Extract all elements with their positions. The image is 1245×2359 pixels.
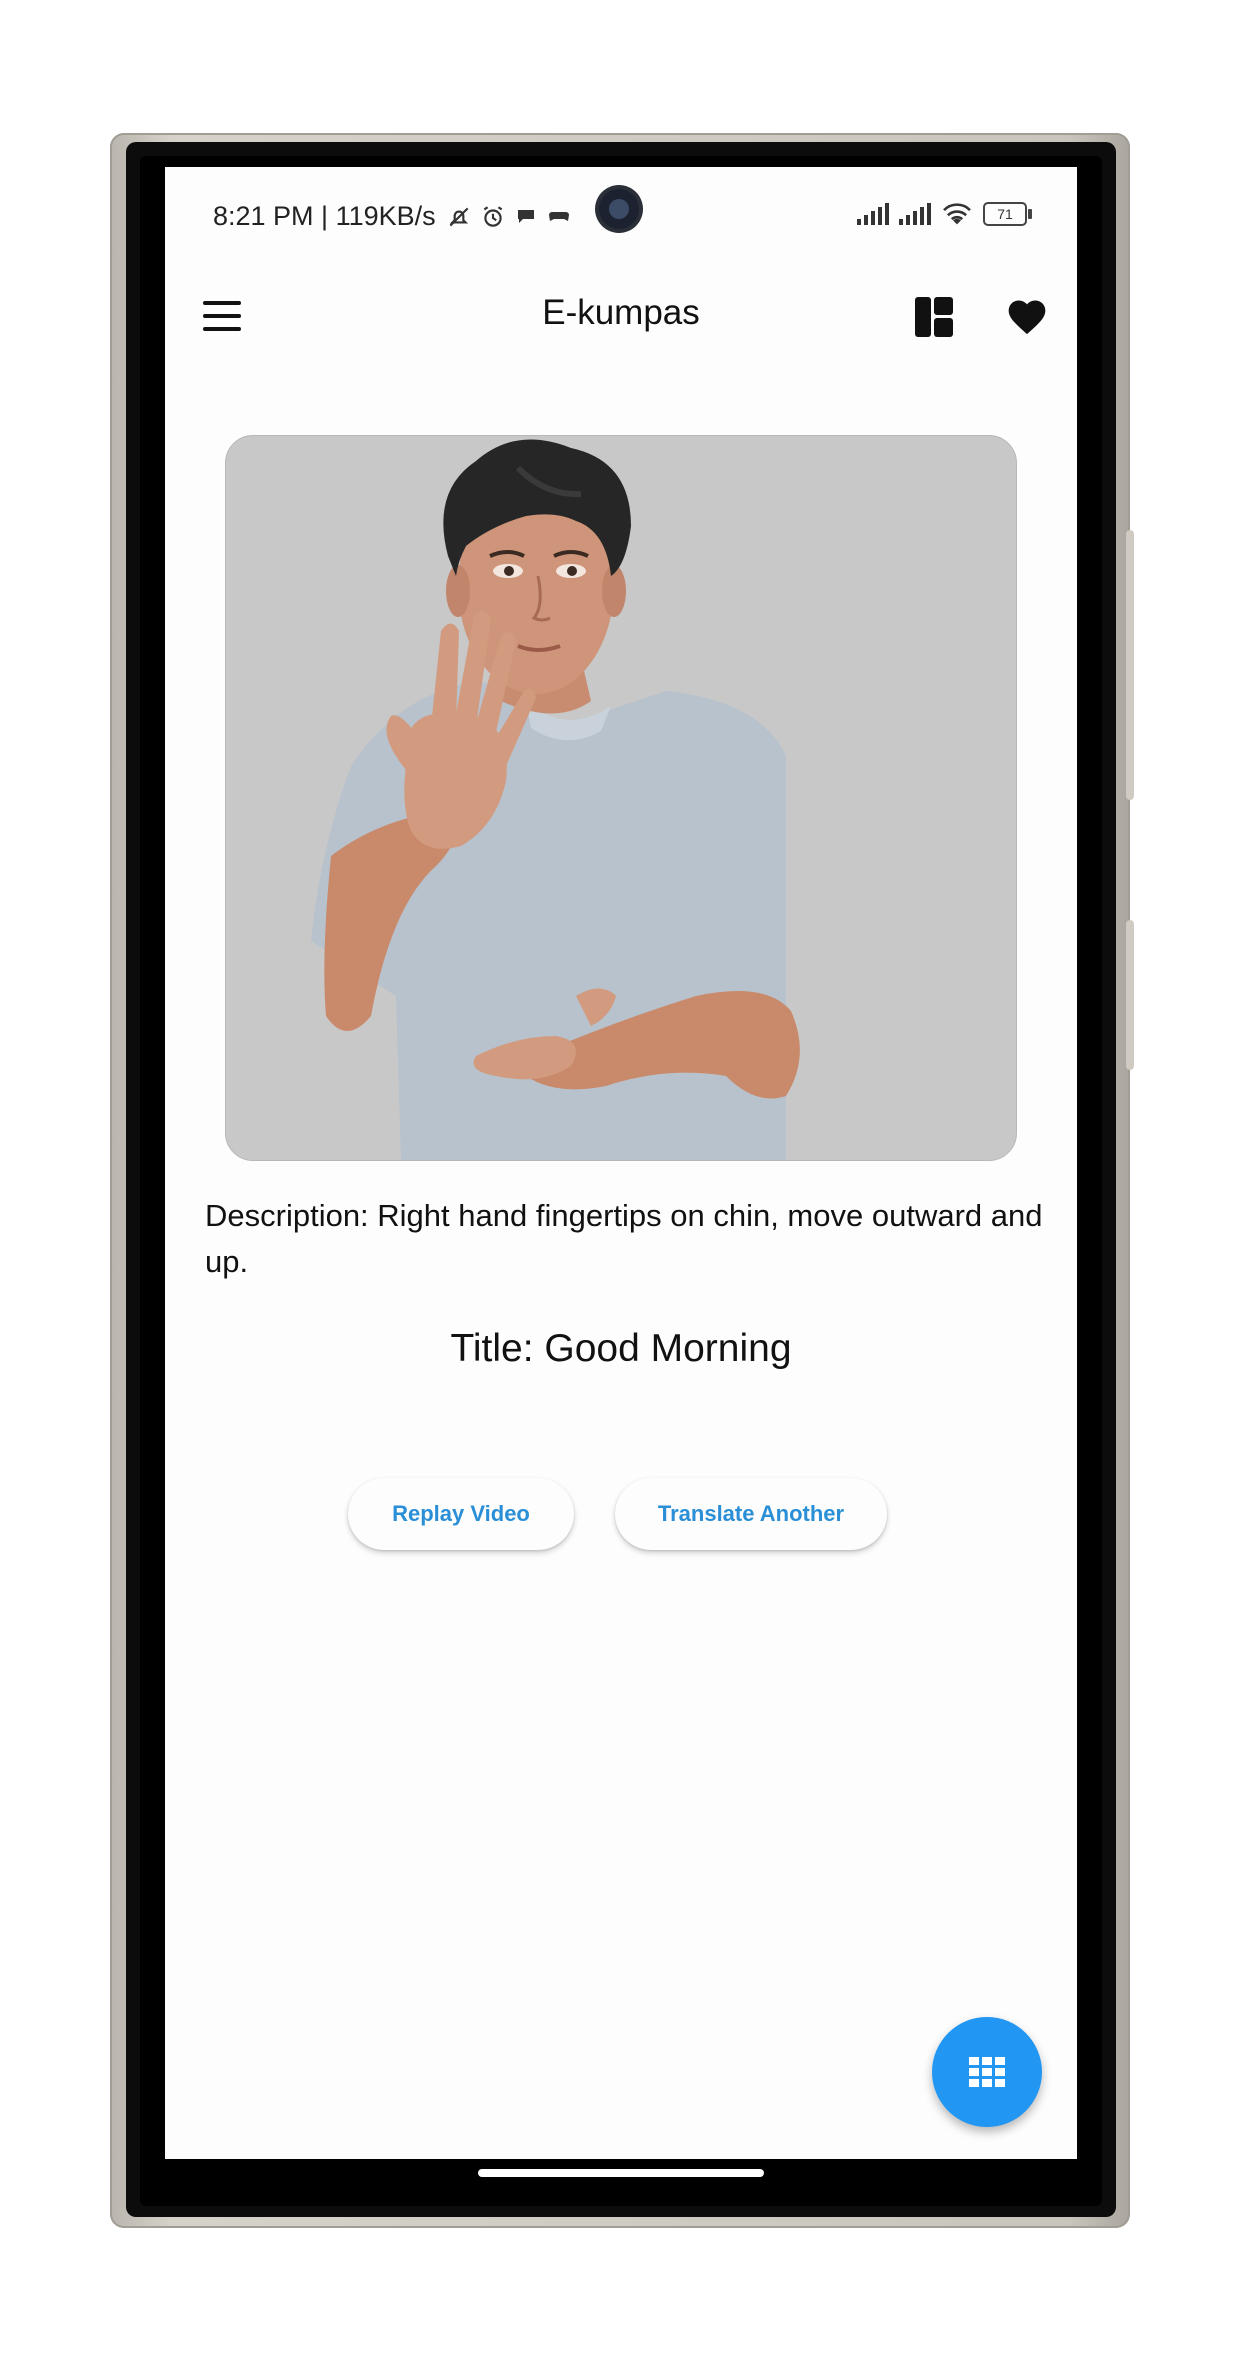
avatar-illustration — [311, 439, 800, 1160]
status-time: 8:21 PM | 119KB/s — [213, 201, 436, 231]
front-camera — [599, 189, 639, 229]
app-bar: E-kumpas — [165, 267, 1077, 367]
phone-screen: 8:21 PM | 119KB/s 71 E-kumpas Descriptio… — [165, 167, 1077, 2159]
bell-off-icon — [449, 207, 469, 226]
volume-button — [1126, 920, 1134, 1070]
sign-title: Title: Good Morning — [450, 1327, 792, 1370]
grid-fab-button[interactable] — [932, 2017, 1042, 2127]
status-bar: 8:21 PM | 119KB/s 71 — [165, 167, 1077, 267]
home-indicator[interactable] — [478, 2169, 764, 2177]
sign-description: Description: Right hand fingertips on ch… — [205, 1198, 1043, 1279]
alarm-icon — [483, 205, 502, 227]
translate-another-button[interactable]: Translate Another — [615, 1478, 887, 1550]
signal-icon — [857, 203, 889, 225]
sign-video-player[interactable] — [225, 435, 1017, 1161]
chat-icon — [517, 209, 534, 223]
game-controller-icon — [548, 211, 569, 221]
battery-level: 71 — [997, 206, 1013, 222]
signal-icon — [899, 203, 931, 225]
battery-icon: 71 — [983, 202, 1032, 226]
status-icons — [446, 204, 572, 230]
dashboard-icon[interactable] — [915, 297, 953, 337]
status-left: 8:21 PM | 119KB/s — [213, 201, 572, 232]
heart-icon[interactable] — [1005, 295, 1049, 339]
power-button — [1126, 530, 1134, 800]
status-right: 71 — [857, 201, 1032, 227]
wifi-icon — [943, 203, 971, 225]
grid-icon — [969, 2057, 1005, 2087]
replay-video-button[interactable]: Replay Video — [348, 1478, 574, 1550]
